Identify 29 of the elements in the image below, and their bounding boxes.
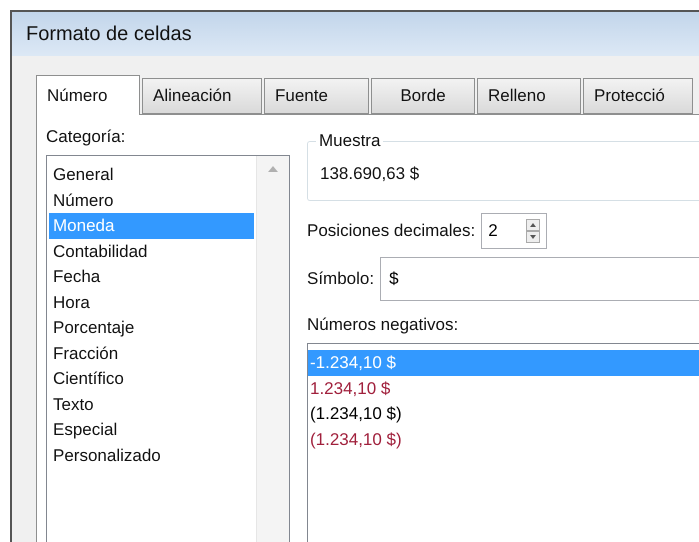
tab[interactable]: Protecció bbox=[583, 78, 693, 114]
negative-format-item[interactable]: 1.234,10 $ bbox=[308, 376, 699, 401]
negative-format-item[interactable]: (1.234,10 $) bbox=[308, 426, 699, 452]
category-item[interactable]: Especial bbox=[49, 417, 254, 442]
tab[interactable]: Alineación bbox=[142, 78, 262, 114]
symbol-field[interactable]: $ bbox=[380, 257, 699, 301]
category-item[interactable]: Contabilidad bbox=[49, 238, 254, 264]
spin-arrows-icon[interactable] bbox=[526, 219, 540, 243]
category-item[interactable]: General bbox=[49, 162, 254, 188]
tab[interactable]: Borde bbox=[371, 78, 475, 114]
category-item[interactable]: Número bbox=[49, 188, 254, 213]
category-item[interactable]: Personalizado bbox=[49, 442, 254, 468]
negative-format-item[interactable]: (1.234,10 $) bbox=[308, 401, 699, 426]
tab[interactable]: Relleno bbox=[477, 78, 581, 114]
category-item[interactable]: Fecha bbox=[49, 264, 254, 290]
sample-value: 138.690,63 $ bbox=[320, 164, 420, 183]
category-item[interactable]: Texto bbox=[49, 392, 254, 417]
tab[interactable]: Fuente bbox=[264, 78, 369, 114]
category-item[interactable]: Fracción bbox=[49, 340, 254, 366]
category-label: Categoría: bbox=[46, 127, 126, 147]
negatives-label: Números negativos: bbox=[307, 315, 458, 335]
window-title: Formato de celdas bbox=[26, 22, 192, 46]
symbol-label: Símbolo: bbox=[307, 269, 374, 289]
category-item[interactable]: Científico bbox=[49, 366, 254, 392]
tab[interactable]: Número bbox=[36, 75, 140, 115]
category-item[interactable]: Porcentaje bbox=[49, 315, 254, 340]
category-item[interactable]: Hora bbox=[49, 290, 254, 315]
decimals-spinner[interactable]: 2 bbox=[481, 213, 548, 249]
decimals-label: Posiciones decimales: bbox=[307, 221, 476, 241]
